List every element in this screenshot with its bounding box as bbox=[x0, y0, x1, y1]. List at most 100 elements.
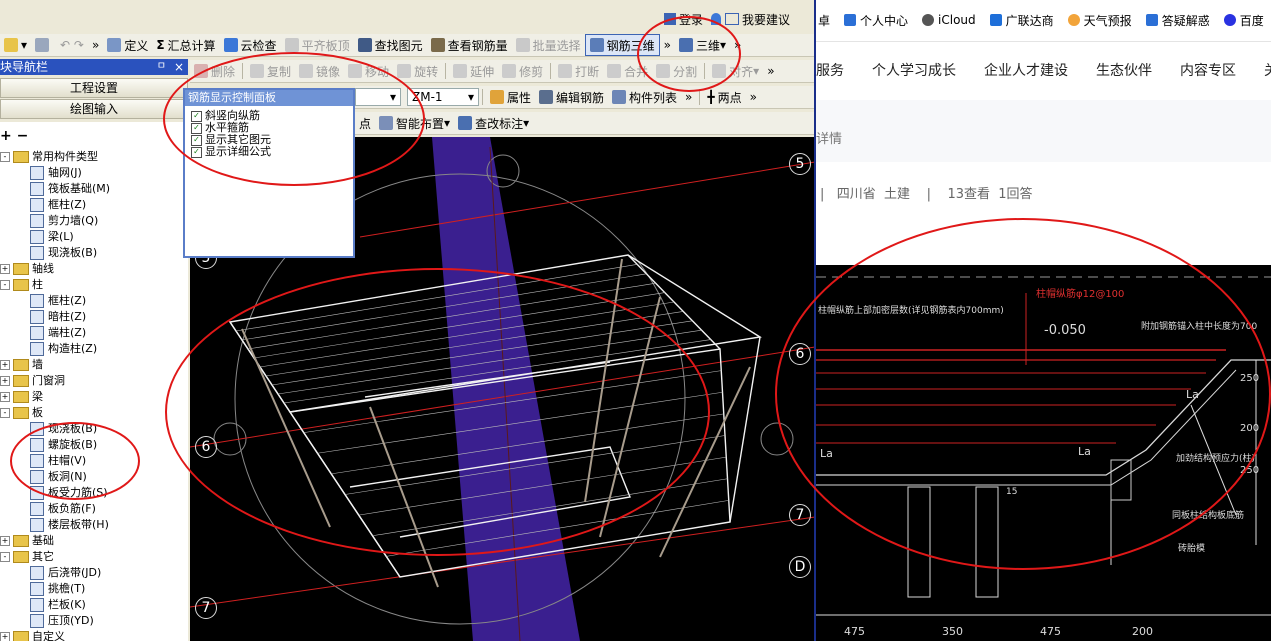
tree-folder[interactable]: + 自定义 bbox=[0, 629, 65, 641]
extend-button[interactable]: 延伸 bbox=[449, 61, 498, 81]
bookmark-personal-center[interactable]: 个人中心 bbox=[844, 12, 908, 29]
tree-item[interactable]: 框柱(Z) bbox=[30, 197, 86, 213]
bookmark-qa[interactable]: 答疑解惑 bbox=[1145, 12, 1210, 29]
tree-item[interactable]: 挑檐(T) bbox=[30, 581, 85, 597]
tree-item[interactable]: 螺旋板(B) bbox=[30, 437, 97, 453]
tree-item[interactable]: 构造柱(Z) bbox=[30, 341, 97, 357]
expand-icon[interactable]: + bbox=[0, 376, 10, 386]
cloud-check-button[interactable]: 云检查 bbox=[220, 35, 281, 55]
sum-calc-button[interactable]: Σ 汇总计算 bbox=[152, 35, 219, 55]
tree-item[interactable]: 后浇带(JD) bbox=[30, 565, 101, 581]
tree-folder[interactable]: + 梁 bbox=[0, 389, 43, 405]
toolbar-more-2[interactable]: » bbox=[660, 35, 675, 55]
save-button[interactable] bbox=[31, 35, 56, 55]
split-button[interactable]: 分割 bbox=[652, 61, 701, 81]
tree-item[interactable]: 轴网(J) bbox=[30, 165, 82, 181]
layer-dropdown[interactable]: ▾ bbox=[355, 88, 401, 106]
toolbar-more-3[interactable]: » bbox=[730, 35, 745, 55]
close-icon[interactable]: × bbox=[174, 59, 184, 75]
collapse-icon[interactable]: - bbox=[0, 152, 10, 162]
component-list-button[interactable]: 构件列表 bbox=[608, 87, 681, 107]
edit-toolbar-more[interactable]: » bbox=[763, 61, 778, 81]
collapse-icon[interactable]: - bbox=[0, 280, 10, 290]
break-button[interactable]: 打断 bbox=[554, 61, 603, 81]
tree-item[interactable]: 柱帽(V) bbox=[30, 453, 86, 469]
bookmark-baidu[interactable]: 百度 bbox=[1223, 12, 1264, 29]
view-3d-button[interactable]: 三维 ▾ bbox=[675, 35, 730, 55]
tree-item[interactable]: 板洞(N) bbox=[30, 469, 87, 485]
nav-ecosystem-partners[interactable]: 生态伙伴 bbox=[1096, 60, 1152, 80]
bookmark-icloud[interactable]: iCloud bbox=[922, 13, 976, 27]
tree-folder[interactable]: + 基础 bbox=[0, 533, 54, 549]
rotate-button[interactable]: 旋转 bbox=[393, 61, 442, 81]
expand-icon[interactable]: + bbox=[0, 632, 10, 641]
nav-enterprise-talent[interactable]: 企业人才建设 bbox=[984, 60, 1068, 80]
align-button[interactable]: 对齐 ▾ bbox=[708, 61, 763, 81]
drawing-input-button[interactable]: 绘图输入 bbox=[0, 99, 188, 119]
toolbar-more[interactable]: » bbox=[88, 35, 103, 55]
tree-item[interactable]: 栏板(K) bbox=[30, 597, 86, 613]
expand-icon[interactable]: + bbox=[0, 264, 10, 274]
level-slab-top-button[interactable]: 平齐板顶 bbox=[281, 35, 354, 55]
component-dropdown[interactable]: ZM-1 ▾ bbox=[407, 88, 479, 106]
tree-item[interactable]: 楼层板带(H) bbox=[30, 517, 109, 533]
nav-content-zone[interactable]: 内容专区 bbox=[1180, 60, 1236, 80]
expand-icon[interactable]: + bbox=[0, 536, 10, 546]
edit-annotation-button[interactable]: 查改标注 ▾ bbox=[454, 113, 533, 133]
tree-folder[interactable]: -板 bbox=[0, 405, 43, 421]
tree-folder[interactable]: -柱 bbox=[0, 277, 43, 293]
tree-item[interactable]: 现浇板(B) bbox=[30, 245, 97, 261]
pin-icon[interactable]: ㅁ bbox=[157, 59, 166, 75]
tree-item[interactable]: 现浇板(B) bbox=[30, 421, 97, 437]
find-element-button[interactable]: 查找图元 bbox=[354, 35, 427, 55]
rebar-3d-button[interactable]: 钢筋三维 bbox=[584, 34, 660, 56]
view-rebar-qty-button[interactable]: 查看钢筋量 bbox=[427, 35, 512, 55]
collapse-icon[interactable]: - bbox=[0, 408, 10, 418]
delete-button[interactable]: 删除 bbox=[190, 61, 239, 81]
tree-folder[interactable]: + 轴线 bbox=[0, 261, 54, 277]
tree-folder[interactable]: - 常用构件类型 bbox=[0, 150, 98, 165]
tree-item[interactable]: 框柱(Z) bbox=[30, 293, 86, 309]
merge-button[interactable]: 合并 bbox=[603, 61, 652, 81]
tree-item[interactable]: 暗柱(Z) bbox=[30, 309, 86, 325]
option-show-detailed-formula[interactable]: ✓ 显示详细公式 bbox=[185, 146, 353, 158]
login-link[interactable]: 登录 bbox=[679, 11, 703, 28]
tree-item[interactable]: 压顶(YD) bbox=[30, 613, 94, 629]
mirror-button[interactable]: 镜像 bbox=[295, 61, 344, 81]
project-settings-button[interactable]: 工程设置 bbox=[0, 78, 188, 98]
bookmark-weather[interactable]: 天气预报 bbox=[1067, 12, 1132, 29]
expand-icon[interactable]: + bbox=[0, 360, 10, 370]
define-button[interactable]: 定义 bbox=[103, 35, 152, 55]
batch-select-button[interactable]: 批量选择 bbox=[512, 35, 585, 55]
tree-item[interactable]: 板受力筋(S) bbox=[30, 485, 108, 501]
tree-item[interactable]: 筏板基础(M) bbox=[30, 181, 110, 197]
tree-folder[interactable]: + 门窗洞 bbox=[0, 373, 65, 389]
nav-fragment[interactable]: 关 bbox=[1264, 60, 1271, 80]
smart-layout-button[interactable]: 智能布置 ▾ bbox=[375, 113, 454, 133]
tree-item[interactable]: 端柱(Z) bbox=[30, 325, 86, 341]
property-button[interactable]: 属性 bbox=[486, 87, 535, 107]
prop-toolbar-more[interactable]: » bbox=[681, 87, 696, 107]
expand-collapse-icon[interactable]: + − bbox=[0, 128, 28, 144]
edit-rebar-button[interactable]: 编辑钢筋 bbox=[535, 87, 608, 107]
collapse-icon[interactable]: - bbox=[0, 552, 10, 562]
nav-services[interactable]: 服务 bbox=[816, 60, 844, 80]
expand-icon[interactable]: + bbox=[0, 392, 10, 402]
undo-button[interactable]: ↶ ↷ bbox=[56, 35, 88, 55]
nav-personal-growth[interactable]: 个人学习成长 bbox=[872, 60, 956, 80]
trim-button[interactable]: 修剪 bbox=[498, 61, 547, 81]
bookmark-glodon[interactable]: 广联达商 bbox=[989, 12, 1054, 29]
prop-toolbar-more-2[interactable]: » bbox=[746, 87, 761, 107]
two-points-button[interactable]: ╋ 两点 bbox=[703, 87, 745, 107]
tree-folder[interactable]: + 墙 bbox=[0, 357, 43, 373]
tree-item[interactable]: 板负筋(F) bbox=[30, 501, 96, 517]
move-button[interactable]: 移动 bbox=[344, 61, 393, 81]
open-button[interactable]: ▾ bbox=[0, 35, 31, 55]
tree-item[interactable]: 梁(L) bbox=[30, 229, 74, 245]
tree-folder[interactable]: - 其它 bbox=[0, 549, 54, 565]
copy-button[interactable]: 复制 bbox=[246, 61, 295, 81]
suggest-link[interactable]: 我要建议 bbox=[742, 11, 790, 28]
tree-item[interactable]: 剪力墙(Q) bbox=[30, 213, 98, 229]
point-button[interactable]: 点 bbox=[355, 113, 375, 133]
bookmark-fragment[interactable]: 卓 bbox=[818, 12, 830, 29]
